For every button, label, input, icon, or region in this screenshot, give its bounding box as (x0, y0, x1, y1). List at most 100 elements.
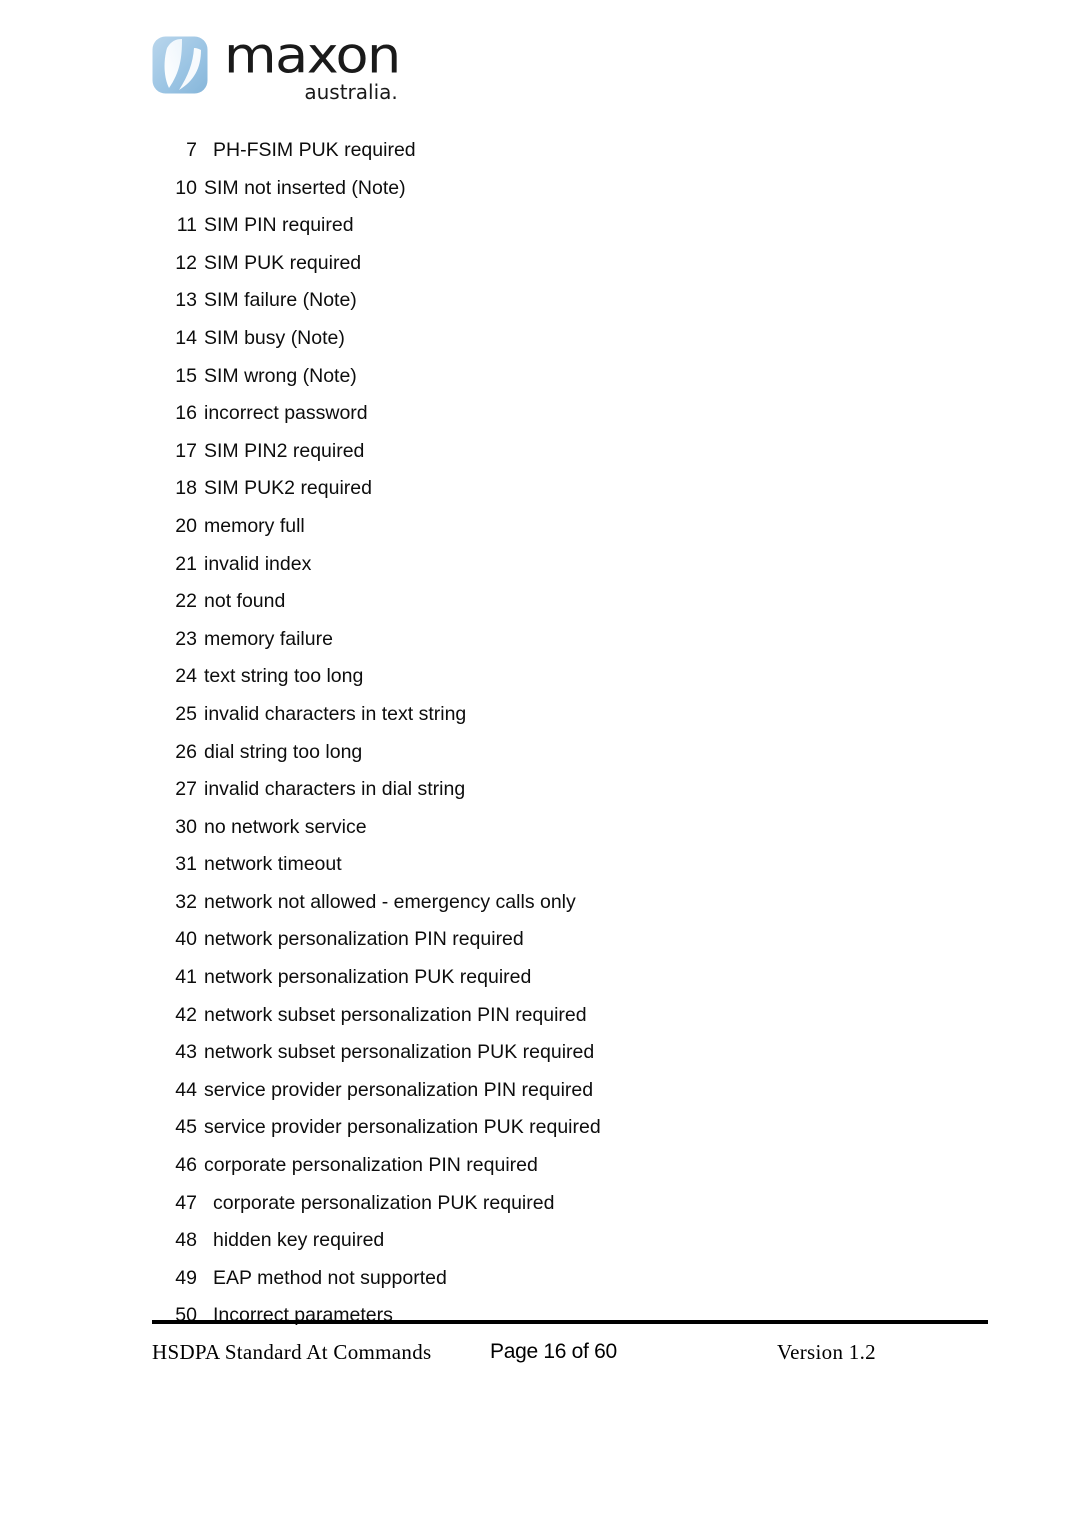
error-code-row: 41 network personalization PUK required (152, 959, 992, 997)
error-code-description: hidden key required (213, 1229, 385, 1252)
error-code-row: 15 SIM wrong (Note) (152, 358, 992, 396)
error-code-description: incorrect password (204, 402, 368, 425)
error-code-row: 7 PH-FSIM PUK required (152, 132, 992, 170)
error-code-row: 24 text string too long (152, 658, 992, 696)
error-code-description: network not allowed - emergency calls on… (204, 890, 576, 913)
error-code-number: 16 (175, 402, 197, 425)
error-code-row: 16 incorrect password (152, 395, 992, 433)
error-code-description: invalid characters in text string (204, 702, 467, 725)
error-code-description: text string too long (204, 665, 364, 688)
footer-page-number: Page 16 of 60 (490, 1340, 617, 1363)
error-code-description: network timeout (204, 853, 342, 876)
error-code-description: service provider personalization PUK req… (204, 1116, 601, 1139)
error-code-row: 22 not found (152, 583, 992, 621)
error-code-row: 49 EAP method not supported (152, 1260, 992, 1298)
error-code-number: 31 (175, 853, 197, 876)
footer-version: Version 1.2 (777, 1340, 876, 1364)
error-code-row: 26 dial string too long (152, 734, 992, 772)
error-code-row: 31 network timeout (152, 846, 992, 884)
error-code-description: invalid index (204, 552, 312, 575)
error-code-description: no network service (204, 815, 367, 838)
error-code-number: 40 (175, 928, 197, 951)
error-code-description: dial string too long (204, 740, 363, 763)
error-code-description: network subset personalization PUK requi… (204, 1041, 595, 1064)
maxon-leaf-mark-icon (152, 36, 208, 94)
error-code-description: not found (204, 590, 286, 613)
error-code-description: corporate personalization PUK required (213, 1191, 555, 1214)
error-code-row: 11 SIM PIN required (152, 207, 992, 245)
error-code-row: 42 network subset personalization PIN req… (152, 997, 992, 1035)
error-code-description: network subset personalization PIN requi… (204, 1003, 587, 1026)
cme-error-code-list: 7 PH-FSIM PUK required 10 SIM not inserted … (152, 132, 992, 1335)
error-code-number: 25 (175, 702, 197, 725)
error-code-row: 27 invalid characters in dial string (152, 771, 992, 809)
error-code-number: 48 (175, 1229, 197, 1252)
error-code-description: corporate personalization PIN required (204, 1154, 538, 1177)
error-code-number: 17 (175, 439, 197, 462)
document-page: maxon australia. 7 PH-FSIM PUK required 10… (0, 0, 1080, 1528)
error-code-number: 47 (175, 1191, 197, 1214)
error-code-row: 32 network not allowed - emergency calls … (152, 884, 992, 922)
error-code-number: 22 (175, 590, 197, 613)
error-code-row: 23 memory failure (152, 621, 992, 659)
error-code-number: 20 (175, 514, 197, 537)
error-code-description: SIM PIN required (204, 214, 354, 237)
error-code-row: 30 no network service (152, 809, 992, 847)
error-code-description: service provider personalization PIN req… (204, 1078, 594, 1101)
maxon-wordmark: maxon australia. (224, 26, 401, 103)
error-code-number: 7 (186, 139, 197, 161)
error-code-number: 11 (176, 214, 197, 237)
error-code-description: Incorrect parameters (213, 1304, 393, 1327)
error-code-row: 43 network subset personalization PUK req… (152, 1034, 992, 1072)
error-code-row: 44 service provider personalization PIN r… (152, 1072, 992, 1110)
error-code-number: 27 (175, 778, 197, 801)
error-code-row: 48 hidden key required (152, 1222, 992, 1260)
error-code-description: EAP method not supported (213, 1266, 447, 1289)
footer-divider (152, 1320, 988, 1324)
error-code-number: 44 (175, 1078, 197, 1101)
error-code-number: 10 (175, 176, 197, 199)
error-code-number: 15 (175, 364, 197, 387)
error-code-description: network personalization PIN required (204, 928, 524, 951)
error-code-description: SIM not inserted (Note) (204, 176, 406, 199)
error-code-number: 12 (175, 251, 197, 274)
page-footer: HSDPA Standard At Commands Page 16 of 60… (152, 1337, 988, 1371)
error-code-description: SIM failure (Note) (204, 289, 357, 312)
error-code-number: 18 (175, 477, 197, 500)
error-code-number: 26 (175, 740, 197, 763)
error-code-row: 14 SIM busy (Note) (152, 320, 992, 358)
error-code-row: 20 memory full (152, 508, 992, 546)
error-code-row: 17 SIM PIN2 required (152, 433, 992, 471)
error-code-number: 21 (175, 552, 197, 575)
error-code-row: 46 corporate personalization PIN required (152, 1147, 992, 1185)
error-code-number: 41 (175, 966, 197, 989)
page-header: maxon australia. (152, 26, 401, 118)
logo-maxon-text: maxon (224, 26, 401, 85)
error-code-row: 47 corporate personalization PUK required (152, 1185, 992, 1223)
error-code-number: 49 (175, 1266, 197, 1289)
error-code-row: 21 invalid index (152, 546, 992, 584)
error-code-description: invalid characters in dial string (204, 778, 466, 801)
error-code-number: 43 (175, 1041, 197, 1064)
error-code-row: 10 SIM not inserted (Note) (152, 170, 992, 208)
error-code-description: SIM PUK2 required (204, 477, 372, 500)
error-code-number: 13 (175, 289, 197, 312)
error-code-number: 50 (175, 1304, 197, 1327)
error-code-row: 18 SIM PUK2 required (152, 470, 992, 508)
error-code-number: 30 (175, 815, 197, 838)
error-code-number: 42 (175, 1003, 197, 1026)
error-code-description: PH-FSIM PUK required (213, 139, 416, 161)
error-code-description: SIM PIN2 required (204, 439, 365, 462)
error-code-row: 12 SIM PUK required (152, 245, 992, 283)
error-code-description: network personalization PUK required (204, 966, 532, 989)
error-code-description: SIM PUK required (204, 251, 362, 274)
error-code-number: 23 (175, 627, 197, 650)
error-code-description: SIM busy (Note) (204, 326, 345, 349)
error-code-description: memory full (204, 514, 305, 537)
error-code-row: 25 invalid characters in text string (152, 696, 992, 734)
error-code-row: 13 SIM failure (Note) (152, 282, 992, 320)
error-code-number: 14 (175, 326, 197, 349)
error-code-description: memory failure (204, 627, 333, 650)
footer-document-title: HSDPA Standard At Commands (152, 1340, 432, 1364)
error-code-number: 46 (175, 1154, 197, 1177)
